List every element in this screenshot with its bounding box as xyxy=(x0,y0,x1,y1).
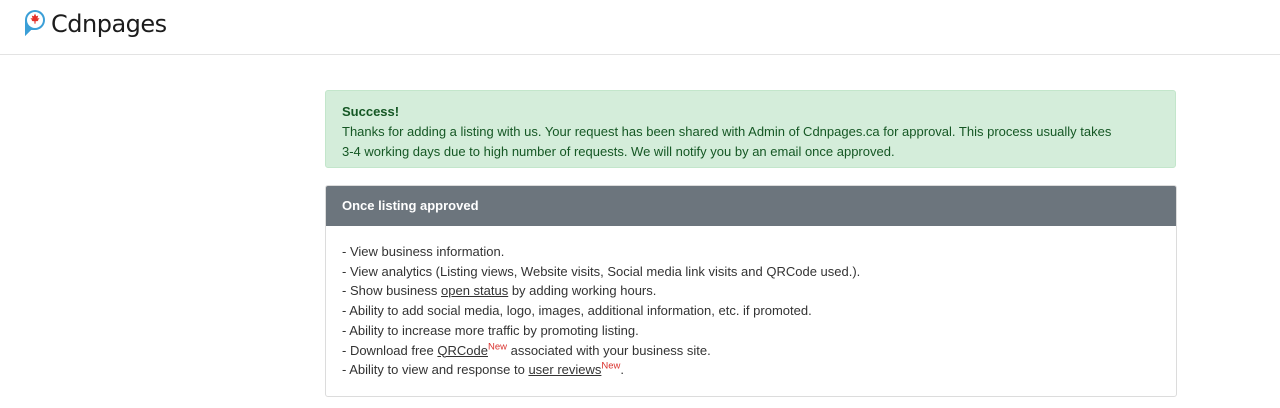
card-header: Once listing approved xyxy=(326,186,1176,226)
success-alert: Success! Thanks for adding a listing wit… xyxy=(325,90,1176,168)
list-item: - Download free QRCodeNew associated wit… xyxy=(342,341,1160,361)
list-item: - Show business open status by adding wo… xyxy=(342,281,1160,301)
list-item: - View analytics (Listing views, Website… xyxy=(342,263,861,279)
list-item-text: by adding working hours. xyxy=(508,283,657,299)
list-item: - Ability to add social media, logo, ima… xyxy=(342,303,812,319)
list-item: - View business information. xyxy=(342,244,505,259)
list-item: - Ability to view and response to user r… xyxy=(342,360,1160,380)
alert-title: Success! xyxy=(342,104,400,119)
list-item-text: . xyxy=(620,362,625,378)
logo-text: Cdnpages xyxy=(51,10,167,38)
user-reviews-link[interactable]: user reviews xyxy=(528,362,601,377)
approval-benefits-card: Once listing approved - View business in… xyxy=(325,185,1177,397)
top-navbar: Cdnpages xyxy=(0,0,1280,55)
list-item: - Ability to increase more traffic by pr… xyxy=(342,322,639,338)
list-item-text: - Download free xyxy=(342,342,438,358)
qrcode-link[interactable]: QRCode xyxy=(437,343,488,358)
new-badge: New xyxy=(601,360,621,372)
open-status-link[interactable]: open status xyxy=(441,283,508,298)
list-item-text: - Show business xyxy=(342,283,441,299)
alert-message: Thanks for adding a listing with us. You… xyxy=(342,124,1112,159)
new-badge: New xyxy=(487,341,507,353)
list-item-text: - Ability to view and response to xyxy=(342,362,529,378)
card-body: - View business information. - View anal… xyxy=(326,226,1176,380)
site-logo[interactable]: Cdnpages xyxy=(20,6,167,42)
logo-mark-icon xyxy=(25,10,45,36)
page-content: Success! Thanks for adding a listing wit… xyxy=(0,55,1280,408)
list-item-text: associated with your business site. xyxy=(506,342,711,358)
